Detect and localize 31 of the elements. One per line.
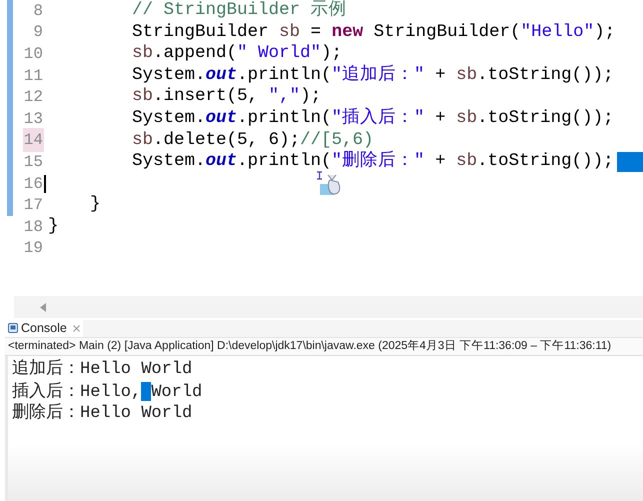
code-line: sb.insert(5, ","); <box>132 88 322 106</box>
code-line: sb.append(" World"); <box>132 45 342 63</box>
line-number: 13 <box>22 108 44 130</box>
line-number: 10 <box>22 44 44 65</box>
line-number: 8 <box>32 0 44 22</box>
text-selection <box>141 382 152 400</box>
line-number: 12 <box>22 87 44 108</box>
code-line: // StringBuilder 示例 <box>132 2 347 20</box>
close-icon[interactable] <box>72 324 80 332</box>
console-output-line: 删除后：Hello World <box>11 402 194 424</box>
console-output-line: 插入后：Hello, World <box>11 380 204 402</box>
line-number: 17 <box>22 195 44 216</box>
line-number: 15 <box>22 152 44 173</box>
line-number: 18 <box>22 216 44 238</box>
line-number: 16 <box>22 174 44 195</box>
code-line: sb.delete(5, 6);//[5,6) <box>132 132 374 150</box>
line-number: 19 <box>22 238 44 260</box>
code-line: System.out.println("插入后：" + sb.toString()); <box>132 110 614 128</box>
line-number: 9 <box>32 22 44 44</box>
console-icon <box>8 323 18 333</box>
code-line: StringBuilder sb = new StringBuilder("Hello"); <box>132 24 616 42</box>
code-line: } <box>90 196 101 214</box>
code-line: System.out.println("删除后：" + sb.toString()); <box>132 153 614 171</box>
line-number: 14 <box>22 128 44 152</box>
code-line: } <box>48 218 59 236</box>
console-status: <terminated> Main (2) [Java Application] D:\develop\jdk17\bin\javaw.exe (2025年4月3日 下午11:36:09 – 下午11:36:11) <box>8 338 612 354</box>
console-output-line: 追加后：Hello World <box>11 358 194 380</box>
console-tab[interactable]: Console <box>5 319 83 337</box>
code-line: System.out.println("追加后：" + sb.toString()); <box>132 66 614 84</box>
line-number: 11 <box>22 66 44 87</box>
scroll-left-icon[interactable] <box>40 302 47 312</box>
